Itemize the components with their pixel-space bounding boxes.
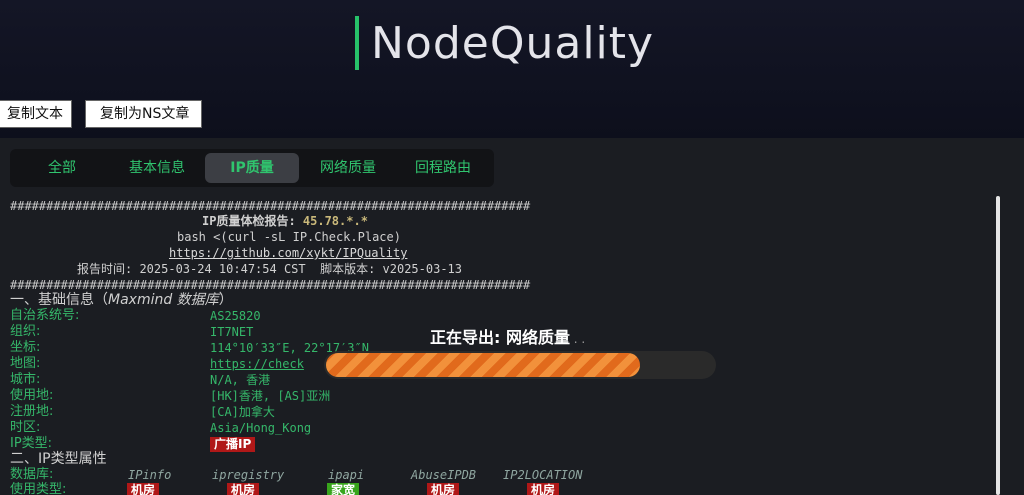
- ip-type-badge: 广播IP: [210, 437, 256, 452]
- usage-cell-1: 机房: [127, 482, 160, 495]
- db-ipapi: ipapi: [328, 468, 365, 482]
- field-label-coords: 坐标:: [10, 340, 41, 355]
- db-ip2location: IP2LOCATION: [503, 468, 583, 482]
- usage-badge-ip2location: 机房: [527, 483, 560, 495]
- section1-end: ）: [218, 292, 233, 308]
- section1-db: Maxmind 数据库: [108, 292, 219, 308]
- usage-cell-4: 机房: [427, 482, 460, 495]
- usage-cell-3: 家宽: [327, 482, 360, 495]
- usage-badge-abuseipdb: 机房: [427, 483, 460, 495]
- field-label-ip-type: IP类型:: [10, 436, 53, 451]
- db-abuseipdb: AbuseIPDB: [411, 468, 477, 482]
- field-value-timezone: Asia/Hong_Kong: [210, 421, 312, 435]
- brand: NodeQuality: [355, 14, 654, 72]
- field-label-org: 组织:: [10, 324, 41, 339]
- usage-cell-5: 机房: [527, 482, 560, 495]
- export-progress-bar: [324, 351, 716, 379]
- usage-badge-ipapi: 家宽: [327, 483, 360, 495]
- report-url-link[interactable]: https://github.com/xykt/IPQuality: [169, 245, 407, 261]
- usage-cell-2: 机房: [227, 482, 260, 495]
- report-title: IP质量体检报告:: [202, 214, 303, 228]
- field-value-location: [HK]香港, [AS]亚洲: [210, 389, 331, 403]
- export-dots: . .: [569, 332, 586, 346]
- field-label-map: 地图:: [10, 356, 41, 371]
- hash-line-top: ########################################…: [10, 199, 531, 213]
- section-ip-type: 二、IP类型属性: [10, 451, 107, 467]
- report-panel: 全部 基本信息 IP质量 网络质量 回程路由 #################…: [0, 138, 1024, 495]
- tab-ip-quality[interactable]: IP质量: [205, 153, 299, 183]
- db-ipregistry: ipregistry: [212, 468, 285, 482]
- time-label: 报告时间:: [77, 262, 140, 276]
- field-label-city: 城市:: [10, 372, 41, 387]
- field-label-registered: 注册地:: [10, 404, 54, 419]
- field-value-registered: [CA]加拿大: [210, 405, 275, 419]
- section1-text: 一、基础信息（: [10, 292, 108, 308]
- field-value-asn: AS25820: [210, 309, 261, 323]
- report-title-line: IP质量体检报告: 45.78.*.*: [202, 213, 368, 229]
- db-label: 数据库:: [10, 467, 54, 482]
- time-value: 2025-03-24 10:47:54 CST: [139, 262, 306, 276]
- report-ip: 45.78.*.*: [302, 214, 368, 228]
- field-label-location: 使用地:: [10, 388, 54, 403]
- tab-route[interactable]: 回程路由: [400, 153, 486, 183]
- hash-line-bottom: ########################################…: [10, 278, 531, 292]
- field-label-timezone: 时区:: [10, 420, 41, 435]
- report-command: bash <(curl -sL IP.Check.Place): [177, 230, 401, 244]
- version-value: v2025-03-13: [382, 262, 463, 276]
- usage-badge-ipregistry: 机房: [227, 483, 260, 495]
- field-value-org: IT7NET: [210, 325, 254, 339]
- brand-accent-bar: [355, 16, 359, 70]
- report-time-line: 报告时间: 2025-03-24 10:47:54 CST 脚本版本: v202…: [77, 261, 462, 277]
- tab-basic-info[interactable]: 基本信息: [114, 153, 200, 183]
- header: NodeQuality 复制文本 复制为NS文章: [0, 0, 1024, 138]
- usage-badge-ipinfo: 机房: [127, 483, 160, 495]
- field-value-map-link[interactable]: https://check: [210, 356, 304, 372]
- ip-type-badge-wrap: 广播IP: [210, 436, 256, 452]
- tab-bar: 全部 基本信息 IP质量 网络质量 回程路由: [10, 149, 494, 187]
- tab-all[interactable]: 全部: [30, 153, 94, 183]
- copy-ns-button[interactable]: 复制为NS文章: [85, 100, 202, 128]
- export-status: 正在导出: 网络质量 . .: [430, 324, 585, 348]
- field-value-city: N/A, 香港: [210, 373, 271, 387]
- db-ipinfo: IPinfo: [128, 468, 172, 482]
- brand-title: NodeQuality: [371, 17, 655, 69]
- export-title: 正在导出: 网络质量: [430, 328, 570, 347]
- tab-network-quality[interactable]: 网络质量: [306, 153, 390, 183]
- section-basic-info: 一、基础信息（Maxmind 数据库）: [10, 292, 233, 308]
- copy-text-button[interactable]: 复制文本: [0, 100, 72, 128]
- field-label-asn: 自治系统号:: [10, 308, 80, 323]
- usage-label: 使用类型:: [10, 482, 67, 495]
- version-label: 脚本版本:: [305, 262, 383, 276]
- export-progress-fill: [326, 353, 640, 377]
- report-scrollbar[interactable]: [996, 196, 1000, 495]
